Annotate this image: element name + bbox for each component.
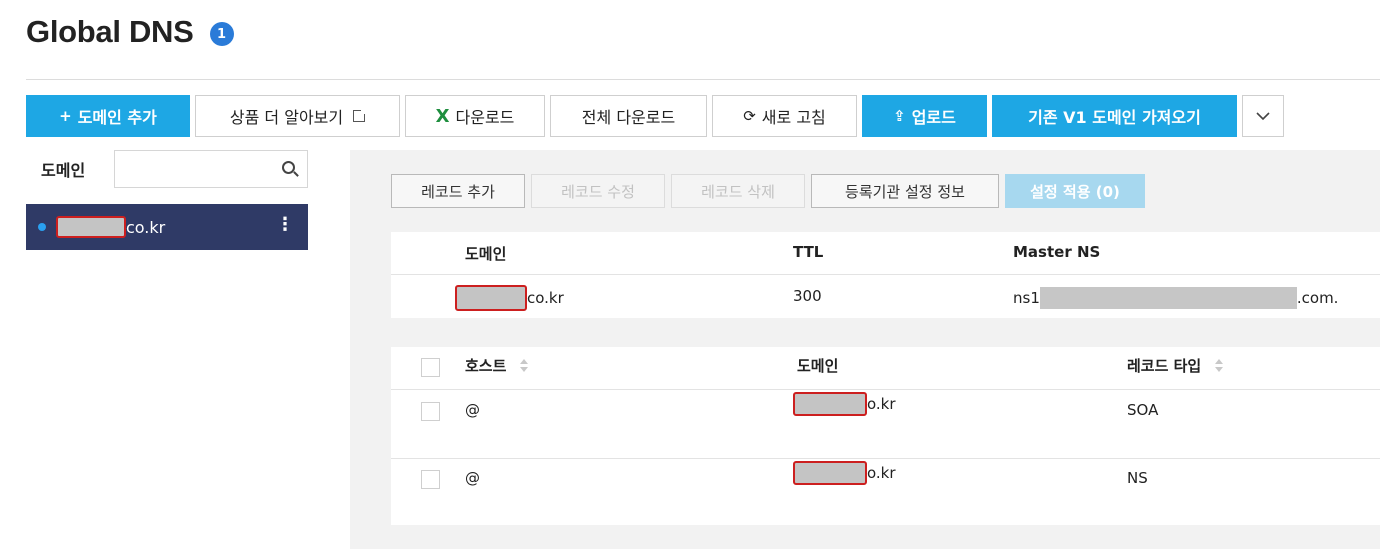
redacted-block bbox=[56, 216, 126, 238]
page-title: Global DNS bbox=[26, 14, 194, 49]
upload-icon: ⇪ bbox=[893, 107, 906, 125]
import-v1-button[interactable]: 기존 V1 도메인 가져오기 bbox=[992, 95, 1237, 137]
domain-suffix: co.kr bbox=[527, 289, 564, 307]
chevron-down-icon bbox=[1256, 111, 1270, 120]
download-all-label: 전체 다운로드 bbox=[581, 108, 676, 127]
main-toolbar: + 도메인 추가 상품 더 알아보기 X 다운로드 전체 다운로드 ⟳ 새로 고… bbox=[26, 95, 1284, 137]
search-icon[interactable] bbox=[282, 161, 295, 174]
redacted-block bbox=[793, 461, 867, 485]
delete-record-button[interactable]: 레코드 삭제 bbox=[671, 174, 805, 208]
record-table-header: 호스트 도메인 레코드 타입 bbox=[391, 347, 1380, 389]
domain-cell: co.kr bbox=[455, 285, 564, 311]
domain-table: 도메인 TTL Master NS co.kr 300 ns1 .com. bbox=[391, 232, 1380, 318]
master-ns-cell: ns1 .com. bbox=[1013, 287, 1338, 309]
import-v1-label: 기존 V1 도메인 가져오기 bbox=[1028, 108, 1201, 127]
select-all-checkbox[interactable] bbox=[421, 358, 440, 377]
external-link-icon bbox=[353, 108, 368, 122]
sidebar-item-domain[interactable]: co.kr ⋮ bbox=[26, 204, 308, 250]
domain-suffix: co.kr bbox=[126, 217, 166, 237]
ttl-cell: 300 bbox=[793, 287, 822, 305]
registrar-info-button[interactable]: 등록기관 설정 정보 bbox=[811, 174, 999, 208]
domain-search-input[interactable] bbox=[115, 151, 275, 187]
sort-icon[interactable] bbox=[520, 358, 529, 373]
info-badge-icon[interactable]: 1 bbox=[209, 22, 234, 46]
page-header: Global DNS 1 bbox=[26, 14, 234, 50]
col-record-type[interactable]: 레코드 타입 bbox=[1127, 355, 1224, 376]
domain-search bbox=[114, 150, 308, 188]
excel-icon: X bbox=[435, 105, 450, 127]
col-record-domain: 도메인 bbox=[797, 357, 839, 375]
sidebar-label: 도메인 bbox=[41, 161, 86, 180]
upload-label: 업로드 bbox=[911, 108, 956, 127]
refresh-label: 새로 고침 bbox=[761, 108, 826, 127]
row-checkbox[interactable] bbox=[421, 470, 440, 489]
ns-suffix: .com. bbox=[1296, 289, 1339, 307]
ns-prefix: ns1 bbox=[1013, 289, 1040, 307]
col-host[interactable]: 호스트 bbox=[465, 355, 529, 376]
host-cell: @ bbox=[465, 401, 480, 419]
host-cell: @ bbox=[465, 469, 480, 487]
domain-table-header: 도메인 TTL Master NS bbox=[391, 232, 1380, 274]
kebab-menu-icon[interactable]: ⋮ bbox=[276, 216, 294, 234]
status-dot-icon bbox=[38, 223, 46, 231]
sort-icon[interactable] bbox=[1215, 358, 1224, 373]
add-domain-label: 도메인 추가 bbox=[77, 108, 157, 127]
record-content: 레코드 추가 레코드 수정 레코드 삭제 등록기관 설정 정보 설정 적용 (0… bbox=[350, 150, 1380, 549]
upload-button[interactable]: ⇪ 업로드 bbox=[862, 95, 987, 137]
table-row: co.kr 300 ns1 .com. bbox=[391, 275, 1380, 318]
refresh-button[interactable]: ⟳ 새로 고침 bbox=[712, 95, 857, 137]
table-row[interactable]: @ o.kr NS bbox=[391, 459, 1380, 525]
col-host-label: 호스트 bbox=[465, 357, 507, 375]
title-divider bbox=[26, 79, 1380, 80]
table-row[interactable]: @ o.kr SOA bbox=[391, 390, 1380, 458]
add-domain-button[interactable]: + 도메인 추가 bbox=[26, 95, 190, 137]
record-type-cell: NS bbox=[1127, 469, 1148, 487]
learn-more-button[interactable]: 상품 더 알아보기 bbox=[195, 95, 400, 137]
col-type-label: 레코드 타입 bbox=[1127, 357, 1202, 375]
domain-suffix: o.kr bbox=[867, 464, 896, 482]
add-record-button[interactable]: 레코드 추가 bbox=[391, 174, 525, 208]
record-domain-cell: o.kr bbox=[793, 392, 896, 416]
sidebar-item-label: co.kr bbox=[56, 216, 165, 238]
redacted-block bbox=[793, 392, 867, 416]
record-table: 호스트 도메인 레코드 타입 @ o.kr SOA @ o.kr NS bbox=[391, 347, 1380, 525]
more-options-button[interactable] bbox=[1242, 95, 1284, 137]
download-label: 다운로드 bbox=[455, 108, 515, 127]
edit-record-button[interactable]: 레코드 수정 bbox=[531, 174, 665, 208]
redacted-block bbox=[1039, 287, 1297, 309]
download-all-button[interactable]: 전체 다운로드 bbox=[550, 95, 707, 137]
learn-more-label: 상품 더 알아보기 bbox=[229, 108, 344, 127]
refresh-icon: ⟳ bbox=[743, 107, 756, 125]
col-ttl: TTL bbox=[793, 243, 824, 261]
record-domain-cell: o.kr bbox=[793, 461, 896, 485]
plus-icon: + bbox=[59, 107, 72, 125]
redacted-block bbox=[455, 285, 527, 311]
record-type-cell: SOA bbox=[1127, 401, 1159, 419]
col-domain: 도메인 bbox=[465, 245, 507, 263]
apply-settings-button[interactable]: 설정 적용 (0) bbox=[1005, 174, 1145, 208]
row-checkbox[interactable] bbox=[421, 402, 440, 421]
record-toolbar: 레코드 추가 레코드 수정 레코드 삭제 등록기관 설정 정보 설정 적용 (0… bbox=[391, 174, 1145, 208]
download-button[interactable]: X 다운로드 bbox=[405, 95, 545, 137]
col-master-ns: Master NS bbox=[1013, 243, 1101, 261]
domain-suffix: o.kr bbox=[867, 395, 896, 413]
